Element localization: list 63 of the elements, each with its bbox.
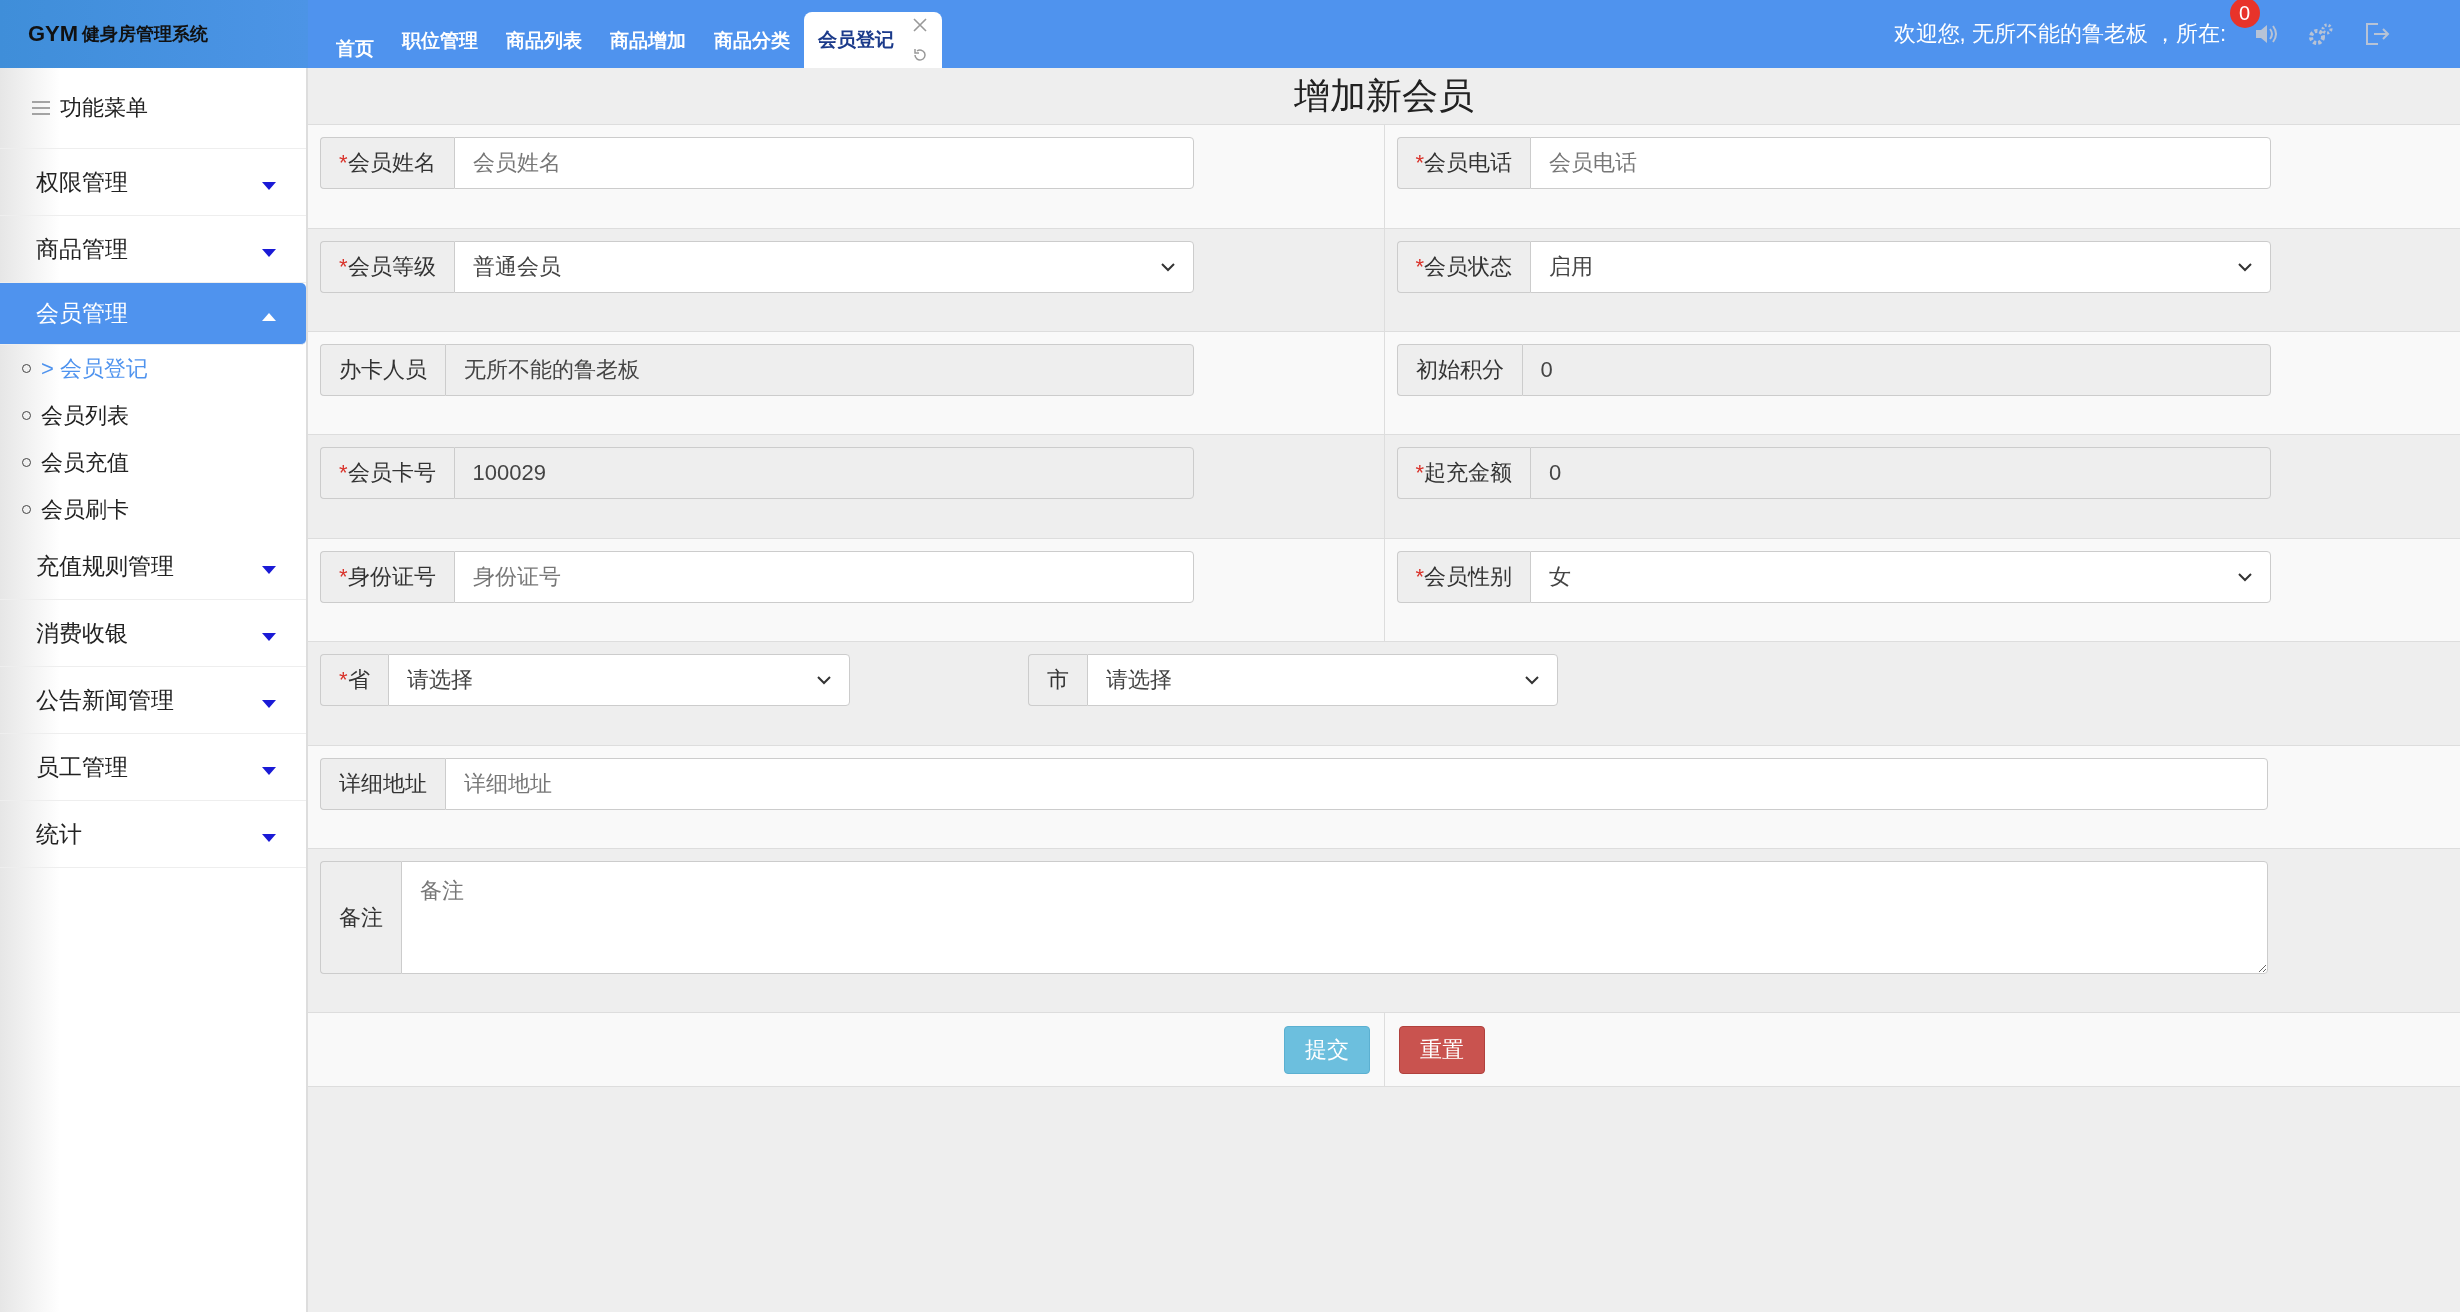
close-icon[interactable] — [912, 17, 928, 33]
sidebar-menu-item[interactable]: 充值规则管理 — [0, 533, 306, 600]
field-label: *会员状态 — [1396, 241, 1531, 293]
caret-down-icon — [262, 565, 276, 574]
sidebar-submenu-item[interactable]: 会员充值 — [41, 447, 129, 478]
dropdown-select[interactable]: 启用 — [1530, 241, 2271, 293]
chevron-down-icon[interactable] — [817, 675, 831, 685]
logout-icon[interactable] — [2364, 22, 2390, 46]
readonly-field[interactable]: 0 — [1521, 344, 2271, 396]
caret-down-icon — [262, 632, 276, 641]
sidebar-menu-item[interactable]: 统计 — [0, 801, 306, 868]
text-field[interactable]: 会员姓名 — [453, 137, 1194, 189]
readonly-field[interactable]: 0 — [1530, 447, 2271, 499]
field-label: *身份证号 — [320, 551, 454, 603]
dropdown-select[interactable]: 普通会员 — [453, 241, 1194, 293]
sidebar-menu-item[interactable]: 公告新闻管理 — [0, 667, 306, 734]
welcome-text: 欢迎您, 无所不能的鲁老板 ，所在: — [1893, 20, 2226, 48]
dropdown-select[interactable]: 请选择 — [1087, 654, 1558, 706]
chevron-down-icon[interactable] — [2237, 572, 2252, 582]
sidebar-menu-item[interactable]: 员工管理 — [0, 734, 306, 801]
field-label: 详细地址 — [320, 758, 445, 810]
gears-icon[interactable] — [2308, 22, 2334, 46]
field-label: *会员卡号 — [320, 447, 454, 499]
notification-badge: 0 — [2229, 0, 2260, 28]
caret-up-icon — [262, 313, 276, 321]
sidebar-menu-item[interactable]: 权限管理 — [0, 149, 306, 216]
sidebar-title: 功能菜单 — [60, 94, 148, 122]
dropdown-select[interactable]: 请选择 — [387, 654, 850, 706]
logo-mark: GYM — [28, 21, 79, 47]
caret-down-icon — [262, 766, 276, 775]
reset-button[interactable]: 重置 — [1398, 1025, 1485, 1074]
field-label: *会员性别 — [1396, 551, 1531, 603]
field-label: 办卡人员 — [320, 344, 445, 396]
dropdown-select[interactable]: 女 — [1530, 551, 2271, 603]
field-label: *会员姓名 — [320, 137, 454, 189]
sidebar-menu-item[interactable]: 消费收银 — [0, 600, 306, 667]
app-title: 健身房管理系统 — [82, 23, 209, 46]
sidebar-submenu-item[interactable]: 会员刷卡 — [41, 494, 129, 525]
notes-field[interactable]: 备注 — [401, 861, 2268, 974]
refresh-icon[interactable] — [912, 47, 928, 63]
caret-down-icon — [262, 699, 276, 708]
field-label: *省 — [320, 654, 388, 706]
chevron-down-icon[interactable] — [1161, 262, 1175, 272]
text-field[interactable]: 详细地址 — [445, 758, 2268, 810]
field-label: *会员电话 — [1396, 137, 1531, 189]
readonly-field[interactable]: 100029 — [453, 447, 1194, 499]
chevron-down-icon[interactable] — [2237, 262, 2252, 272]
caret-down-icon — [262, 248, 276, 257]
text-field[interactable]: 身份证号 — [453, 551, 1194, 603]
speaker-icon[interactable] — [2254, 23, 2278, 45]
caret-down-icon — [262, 181, 276, 190]
menu-icon[interactable] — [32, 101, 50, 115]
caret-down-icon — [262, 833, 276, 842]
field-label: 备注 — [320, 861, 401, 974]
sidebar-submenu-item[interactable]: 会员列表 — [41, 400, 129, 431]
field-label: 初始积分 — [1396, 344, 1522, 396]
nav-tab[interactable]: 会员登记 — [804, 12, 942, 68]
readonly-field[interactable]: 无所不能的鲁老板 — [445, 344, 1194, 396]
text-field[interactable]: 会员电话 — [1530, 137, 2271, 189]
field-label: 市 — [1028, 654, 1087, 706]
chevron-down-icon[interactable] — [1525, 675, 1539, 685]
field-label: *起充金额 — [1396, 447, 1531, 499]
field-label: *会员等级 — [320, 241, 454, 293]
